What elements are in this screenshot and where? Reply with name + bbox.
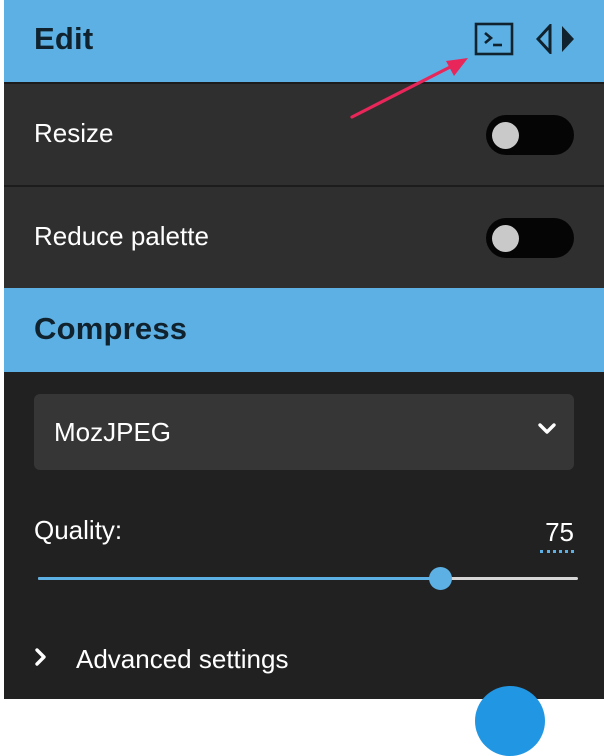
codec-select-value: MozJPEG [54, 417, 172, 447]
edit-section-title: Edit [34, 21, 94, 56]
compress-section-body: MozJPEG Quality: 75 Advanced settings [4, 372, 604, 699]
options-panel: Edit Resize Reduce palette Compress MozJ… [4, 0, 604, 699]
toggle-knob [492, 122, 519, 149]
codec-select[interactable]: MozJPEG [34, 394, 574, 470]
slider-thumb[interactable] [429, 567, 452, 590]
toggle-knob [492, 225, 519, 252]
compress-section-title: Compress [34, 311, 188, 346]
header-icon-group [474, 22, 576, 56]
quality-slider[interactable] [38, 567, 578, 591]
chevron-down-icon [536, 421, 558, 442]
resize-label: Resize [34, 118, 114, 148]
quality-value-input[interactable]: 75 [540, 517, 574, 553]
terminal-icon[interactable] [474, 22, 514, 56]
quality-label: Quality: [34, 515, 123, 545]
resize-toggle[interactable] [486, 115, 574, 155]
option-row-resize: Resize [4, 82, 604, 185]
advanced-settings-toggle[interactable]: Advanced settings [34, 642, 288, 676]
edit-section-header: Edit [4, 0, 604, 82]
reduce-palette-label: Reduce palette [34, 221, 209, 251]
floating-action-button[interactable] [475, 686, 545, 756]
compress-section-header: Compress [4, 288, 604, 372]
slider-fill [38, 577, 440, 580]
option-row-reduce-palette: Reduce palette [4, 185, 604, 288]
reduce-palette-toggle[interactable] [486, 218, 574, 258]
chevron-right-icon [34, 647, 48, 672]
split-arrows-icon[interactable] [536, 24, 576, 54]
advanced-settings-label: Advanced settings [76, 643, 289, 674]
